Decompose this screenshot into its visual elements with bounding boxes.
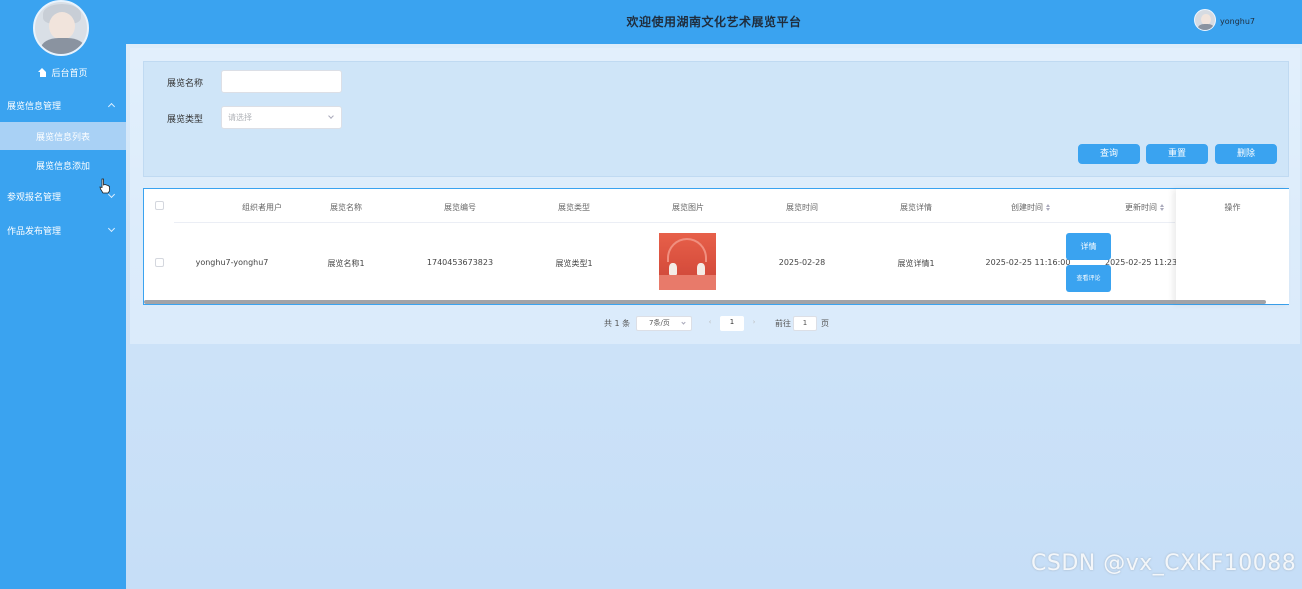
goto-page-input[interactable]: 1 [793, 316, 817, 331]
detail-button[interactable]: 详情 [1066, 233, 1111, 260]
user-avatar[interactable] [1194, 9, 1216, 31]
cell-organizer: yonghu7-yonghu7 [195, 258, 269, 267]
hand-cursor-icon [99, 178, 110, 194]
sidebar-group-label: 参观报名管理 [7, 192, 62, 203]
goto-prefix: 前往 [775, 319, 791, 328]
chevron-down-icon [328, 113, 334, 119]
exhibition-table: 组织者用户 展览名称 展览编号 展览类型 展览图片 展览时间 展览详情 创建时间… [143, 188, 1289, 305]
cell-name: 展览名称1 [327, 259, 365, 268]
cell-detail: 展览详情1 [897, 259, 935, 268]
operations-column: 操作 [1176, 189, 1289, 304]
column-header: 展览名称 [330, 203, 362, 212]
page-size-value: 7条/页 [649, 319, 670, 327]
sort-icon[interactable] [1046, 204, 1051, 211]
type-filter-select[interactable]: 请选择 [221, 106, 342, 129]
column-header: 组织者用户 [242, 203, 282, 212]
column-header: 展览详情 [900, 203, 932, 212]
sidebar-group-works[interactable]: 作品发布管理 [0, 220, 126, 240]
top-header: 欢迎使用湖南文化艺术展览平台 yonghu7 [126, 0, 1302, 44]
cell-code: 1740453673823 [426, 258, 494, 267]
sort-icon[interactable] [1160, 204, 1165, 211]
horizontal-scrollbar[interactable] [144, 300, 1266, 304]
name-filter-label: 展览名称 [167, 79, 204, 89]
sidebar-item-home[interactable]: 后台首页 [0, 64, 126, 80]
sidebar-item-exhibition-list[interactable]: 展览信息列表 [0, 122, 126, 150]
user-name[interactable]: yonghu7 [1220, 17, 1255, 26]
page-size-select[interactable]: 7条/页 [636, 316, 692, 331]
header-divider [174, 222, 1175, 223]
page-title: 欢迎使用湖南文化艺术展览平台 [626, 15, 802, 29]
type-filter-label: 展览类型 [167, 115, 204, 125]
sidebar: 后台首页 展览信息管理 展览信息列表 展览信息添加 参观报名管理 作品发布管理 [0, 0, 126, 589]
chevron-down-icon [681, 320, 686, 325]
sidebar-item-label: 展览信息列表 [35, 132, 90, 143]
cell-date: 2025-02-28 [778, 258, 826, 267]
column-header: 展览图片 [672, 203, 704, 212]
pagination-total: 共 1 条 [604, 319, 631, 328]
column-header: 展览类型 [558, 203, 590, 212]
sidebar-group-label: 展览信息管理 [7, 101, 62, 112]
sidebar-group-label: 作品发布管理 [7, 226, 62, 237]
column-header-created[interactable]: 创建时间 [994, 202, 1068, 213]
row-checkbox[interactable] [155, 258, 164, 267]
column-header: 操作 [1224, 203, 1241, 212]
search-button[interactable]: 查询 [1078, 144, 1140, 164]
column-header: 展览时间 [786, 203, 818, 212]
next-page-button[interactable]: › [746, 316, 762, 331]
select-all-checkbox[interactable] [155, 201, 164, 210]
reset-button[interactable]: 重置 [1146, 144, 1208, 164]
cell-updated: 2025-02-25 11:23:58 [1105, 258, 1190, 267]
page-number-current[interactable]: 1 [720, 316, 744, 331]
view-comments-button[interactable]: 查看评论 [1066, 265, 1111, 292]
column-header-label: 创建时间 [1011, 203, 1043, 212]
chevron-up-icon [107, 102, 116, 111]
column-header-updated[interactable]: 更新时间 [1108, 202, 1182, 213]
sidebar-item-exhibition-add[interactable]: 展览信息添加 [0, 151, 126, 179]
sidebar-item-home-label: 后台首页 [51, 68, 88, 79]
sidebar-avatar [33, 0, 89, 56]
exhibition-image[interactable] [659, 233, 716, 290]
cell-created: 2025-02-25 11:16:00 [985, 258, 1071, 267]
prev-page-button[interactable]: ‹ [702, 316, 718, 331]
column-header: 展览编号 [444, 203, 476, 212]
home-icon [38, 67, 47, 77]
type-filter-placeholder: 请选择 [228, 113, 252, 122]
column-header-label: 更新时间 [1125, 203, 1157, 212]
sidebar-group-exhibition[interactable]: 展览信息管理 [0, 95, 126, 115]
name-filter-input[interactable] [221, 70, 342, 93]
goto-suffix: 页 [821, 319, 829, 328]
cell-type: 展览类型1 [555, 259, 593, 268]
watermark: CSDN @vx_CXKF10088 [1031, 551, 1297, 576]
sidebar-item-label: 展览信息添加 [35, 161, 90, 172]
chevron-down-icon [107, 224, 116, 233]
delete-button[interactable]: 删除 [1215, 144, 1277, 164]
